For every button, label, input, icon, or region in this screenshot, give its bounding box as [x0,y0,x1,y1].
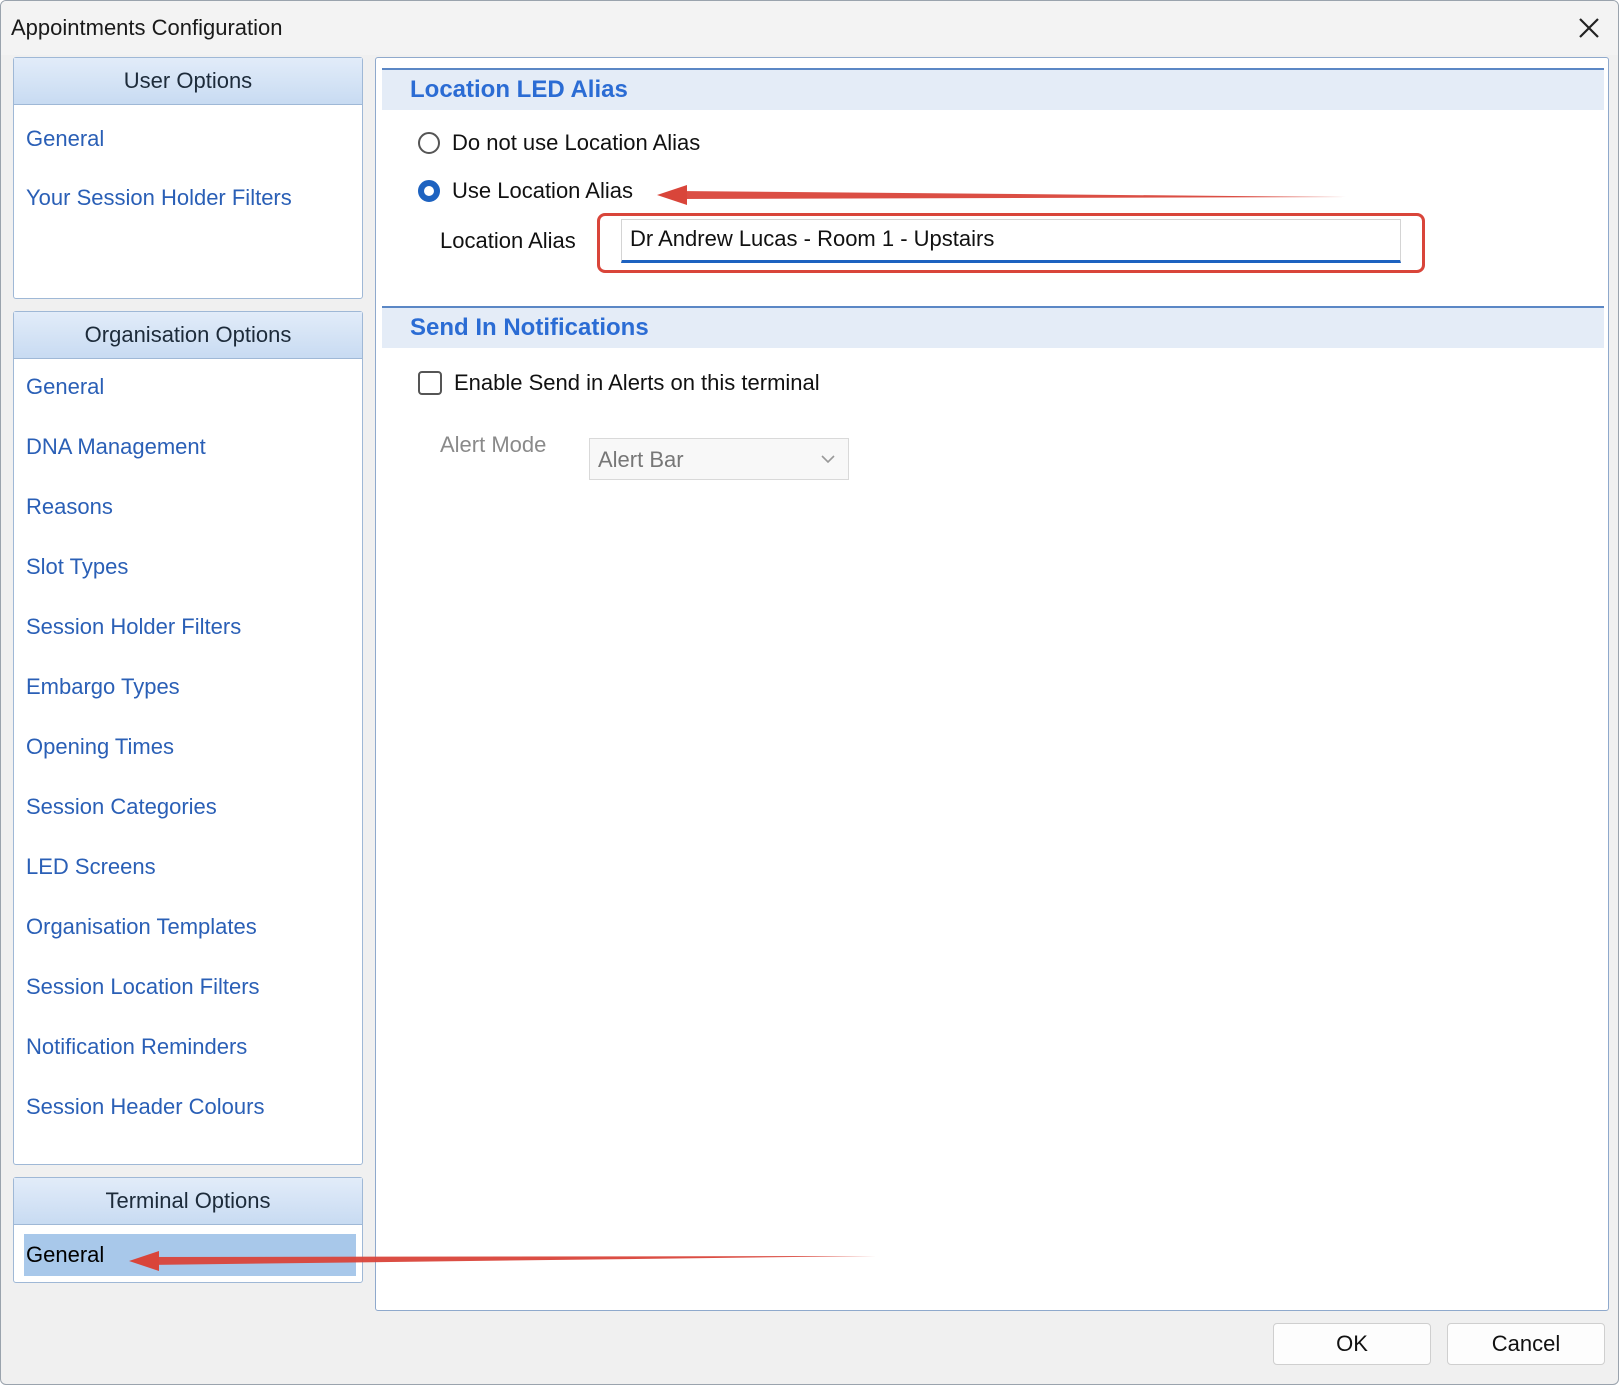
close-icon [1579,18,1599,38]
annotation-highlight-box [597,213,1425,273]
alert-mode-select[interactable]: Alert Bar [589,438,849,480]
radio-button-checked[interactable] [418,180,440,202]
nav-opening-times[interactable]: Opening Times [26,734,174,760]
nav-terminal-general[interactable]: General [24,1234,356,1276]
nav-notification-reminders[interactable]: Notification Reminders [26,1034,247,1060]
window-title: Appointments Configuration [11,15,283,40]
terminal-options-panel: Terminal Options General [13,1177,363,1283]
nav-dna-management[interactable]: DNA Management [26,434,206,460]
organisation-options-panel: Organisation Options General DNA Managem… [13,311,363,1165]
location-led-alias-title: Location LED Alias [410,76,628,103]
nav-session-location-filters[interactable]: Session Location Filters [26,974,260,1000]
send-in-notifications-header: Send In Notifications [382,306,1604,348]
enable-send-in-alerts[interactable]: Enable Send in Alerts on this terminal [418,370,820,396]
nav-session-header-colours[interactable]: Session Header Colours [26,1094,264,1120]
terminal-options-header: Terminal Options [14,1178,362,1225]
nav-session-holder-filters[interactable]: Session Holder Filters [26,614,241,640]
radio-do-not-use-alias-label: Do not use Location Alias [452,130,701,155]
enable-send-in-alerts-checkbox[interactable] [418,371,442,395]
nav-slot-types[interactable]: Slot Types [26,554,128,580]
nav-your-session-holder-filters[interactable]: Your Session Holder Filters [26,185,292,211]
organisation-options-header: Organisation Options [14,312,362,359]
chevron-down-icon [821,455,835,464]
radio-use-alias-label: Use Location Alias [452,178,633,203]
cancel-button[interactable]: Cancel [1447,1323,1605,1365]
radio-use-alias[interactable]: Use Location Alias [418,178,633,204]
nav-embargo-types[interactable]: Embargo Types [26,674,180,700]
alert-mode-label: Alert Mode [440,432,547,457]
send-in-notifications-title: Send In Notifications [410,314,649,341]
alert-mode-value: Alert Bar [598,447,684,472]
appointments-config-window: Appointments Configuration User Options … [0,0,1619,1385]
user-options-header: User Options [14,58,362,105]
nav-org-general[interactable]: General [26,374,104,400]
nav-organisation-templates[interactable]: Organisation Templates [26,914,257,940]
ok-button[interactable]: OK [1273,1323,1431,1365]
location-alias-label: Location Alias [440,228,576,253]
user-options-panel: User Options General Your Session Holder… [13,57,363,299]
nav-user-general[interactable]: General [26,126,104,152]
location-led-alias-header: Location LED Alias [382,68,1604,110]
radio-button-unchecked[interactable] [418,132,440,154]
radio-do-not-use-alias[interactable]: Do not use Location Alias [418,130,700,156]
title-bar: Appointments Configuration [1,1,1618,55]
close-button[interactable] [1572,11,1606,45]
nav-led-screens[interactable]: LED Screens [26,854,156,880]
nav-session-categories[interactable]: Session Categories [26,794,217,820]
nav-reasons[interactable]: Reasons [26,494,113,520]
enable-send-in-alerts-label: Enable Send in Alerts on this terminal [454,370,820,395]
